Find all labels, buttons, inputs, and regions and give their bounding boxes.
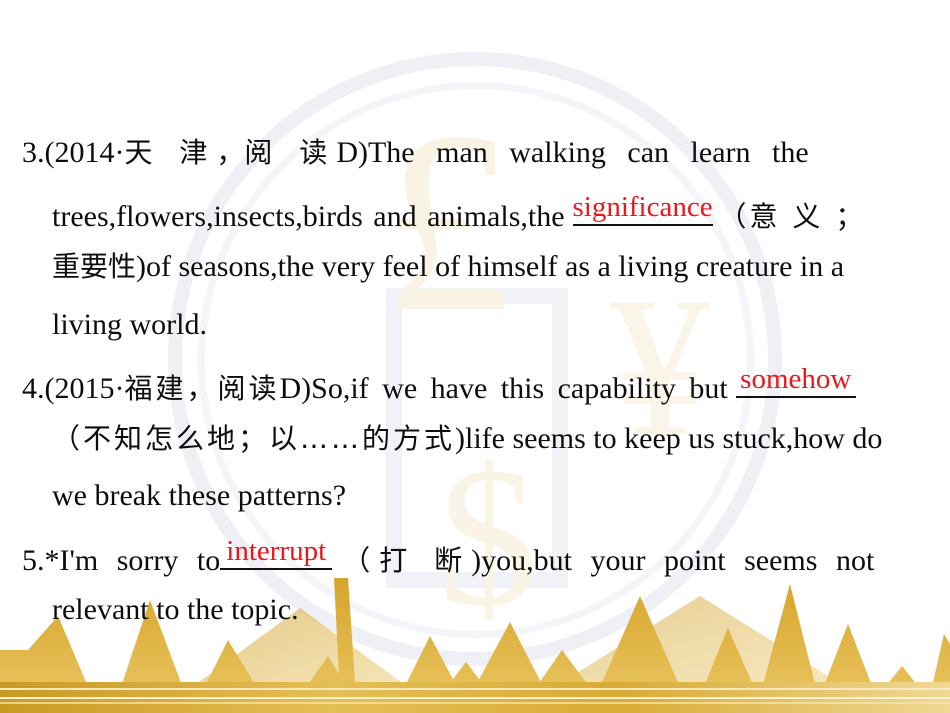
question-content: 3.(2014·天 津，阅 读D)The man walking can lea… xyxy=(0,0,950,713)
q4-answer-blank[interactable]: somehow xyxy=(735,363,856,398)
q4-number-source: 4.(2015· xyxy=(22,372,125,405)
q3-line4-text: living world. xyxy=(52,308,207,341)
q3-line2-text: trees,flowers,insects,birds and animals,… xyxy=(52,200,565,233)
q3-region-label: 天 津 xyxy=(124,136,217,169)
q4-answer-word: somehow xyxy=(740,363,852,395)
q3-line3-text: )of seasons,the very feel of himself as … xyxy=(136,250,845,283)
q4-line-1: 4.(2015·福建，阅读D)So,if we have this capabi… xyxy=(22,363,856,405)
q3-line-3: 重要性)of seasons,the very feel of himself … xyxy=(52,252,844,282)
q4-line-3: we break these patterns? xyxy=(52,481,346,511)
q4-line1-text: D)So,if we have this capability but xyxy=(279,372,728,405)
q3-line-4: living world. xyxy=(52,310,207,340)
q3-number-source: 3.(2014· xyxy=(22,136,125,169)
q3-line-1: 3.(2014·天 津，阅 读D)The man walking can lea… xyxy=(22,138,809,168)
q3-line1-text: D)The man walking can learn the xyxy=(336,136,809,169)
q3-line-2: trees,flowers,insects,birds and animals,… xyxy=(52,191,867,233)
slide-canvas: £ ¥ $ 3.(2014·天 津，阅 读D)The man walking c… xyxy=(0,0,950,713)
q5-answer-word: interrupt xyxy=(226,535,327,567)
q4-region-section-label: 福建，阅读 xyxy=(124,372,280,405)
q5-line1-text: )you,but your point seems not xyxy=(471,544,875,577)
q3-hint-part2: 重要性 xyxy=(52,250,137,283)
q3-answer-blank[interactable]: significance xyxy=(572,191,713,226)
q3-section-label: 阅 读 xyxy=(244,136,337,169)
q5-line-2: relevant to the topic. xyxy=(52,595,299,625)
q3-comma: ， xyxy=(216,136,245,169)
q3-hint-part1: （意 义 ； xyxy=(718,200,867,233)
q5-line1-prefix: 5.*I'm sorry to xyxy=(22,544,221,577)
q4-line2-text: )life seems to keep us stuck,how do xyxy=(455,422,883,455)
q5-line2-text: relevant to the topic. xyxy=(52,593,299,626)
q5-line-1: 5.*I'm sorry to interrupt （打 断)you,but y… xyxy=(22,535,875,577)
q4-line3-text: we break these patterns? xyxy=(52,479,347,512)
q4-line-2: （不知怎么地；以……的方式)life seems to keep us stuc… xyxy=(52,424,882,454)
q5-hint: （打 断 xyxy=(342,544,472,577)
q4-hint: （不知怎么地；以……的方式 xyxy=(52,422,456,455)
q3-answer-word: significance xyxy=(572,191,713,223)
q5-answer-blank[interactable]: interrupt xyxy=(220,535,333,570)
